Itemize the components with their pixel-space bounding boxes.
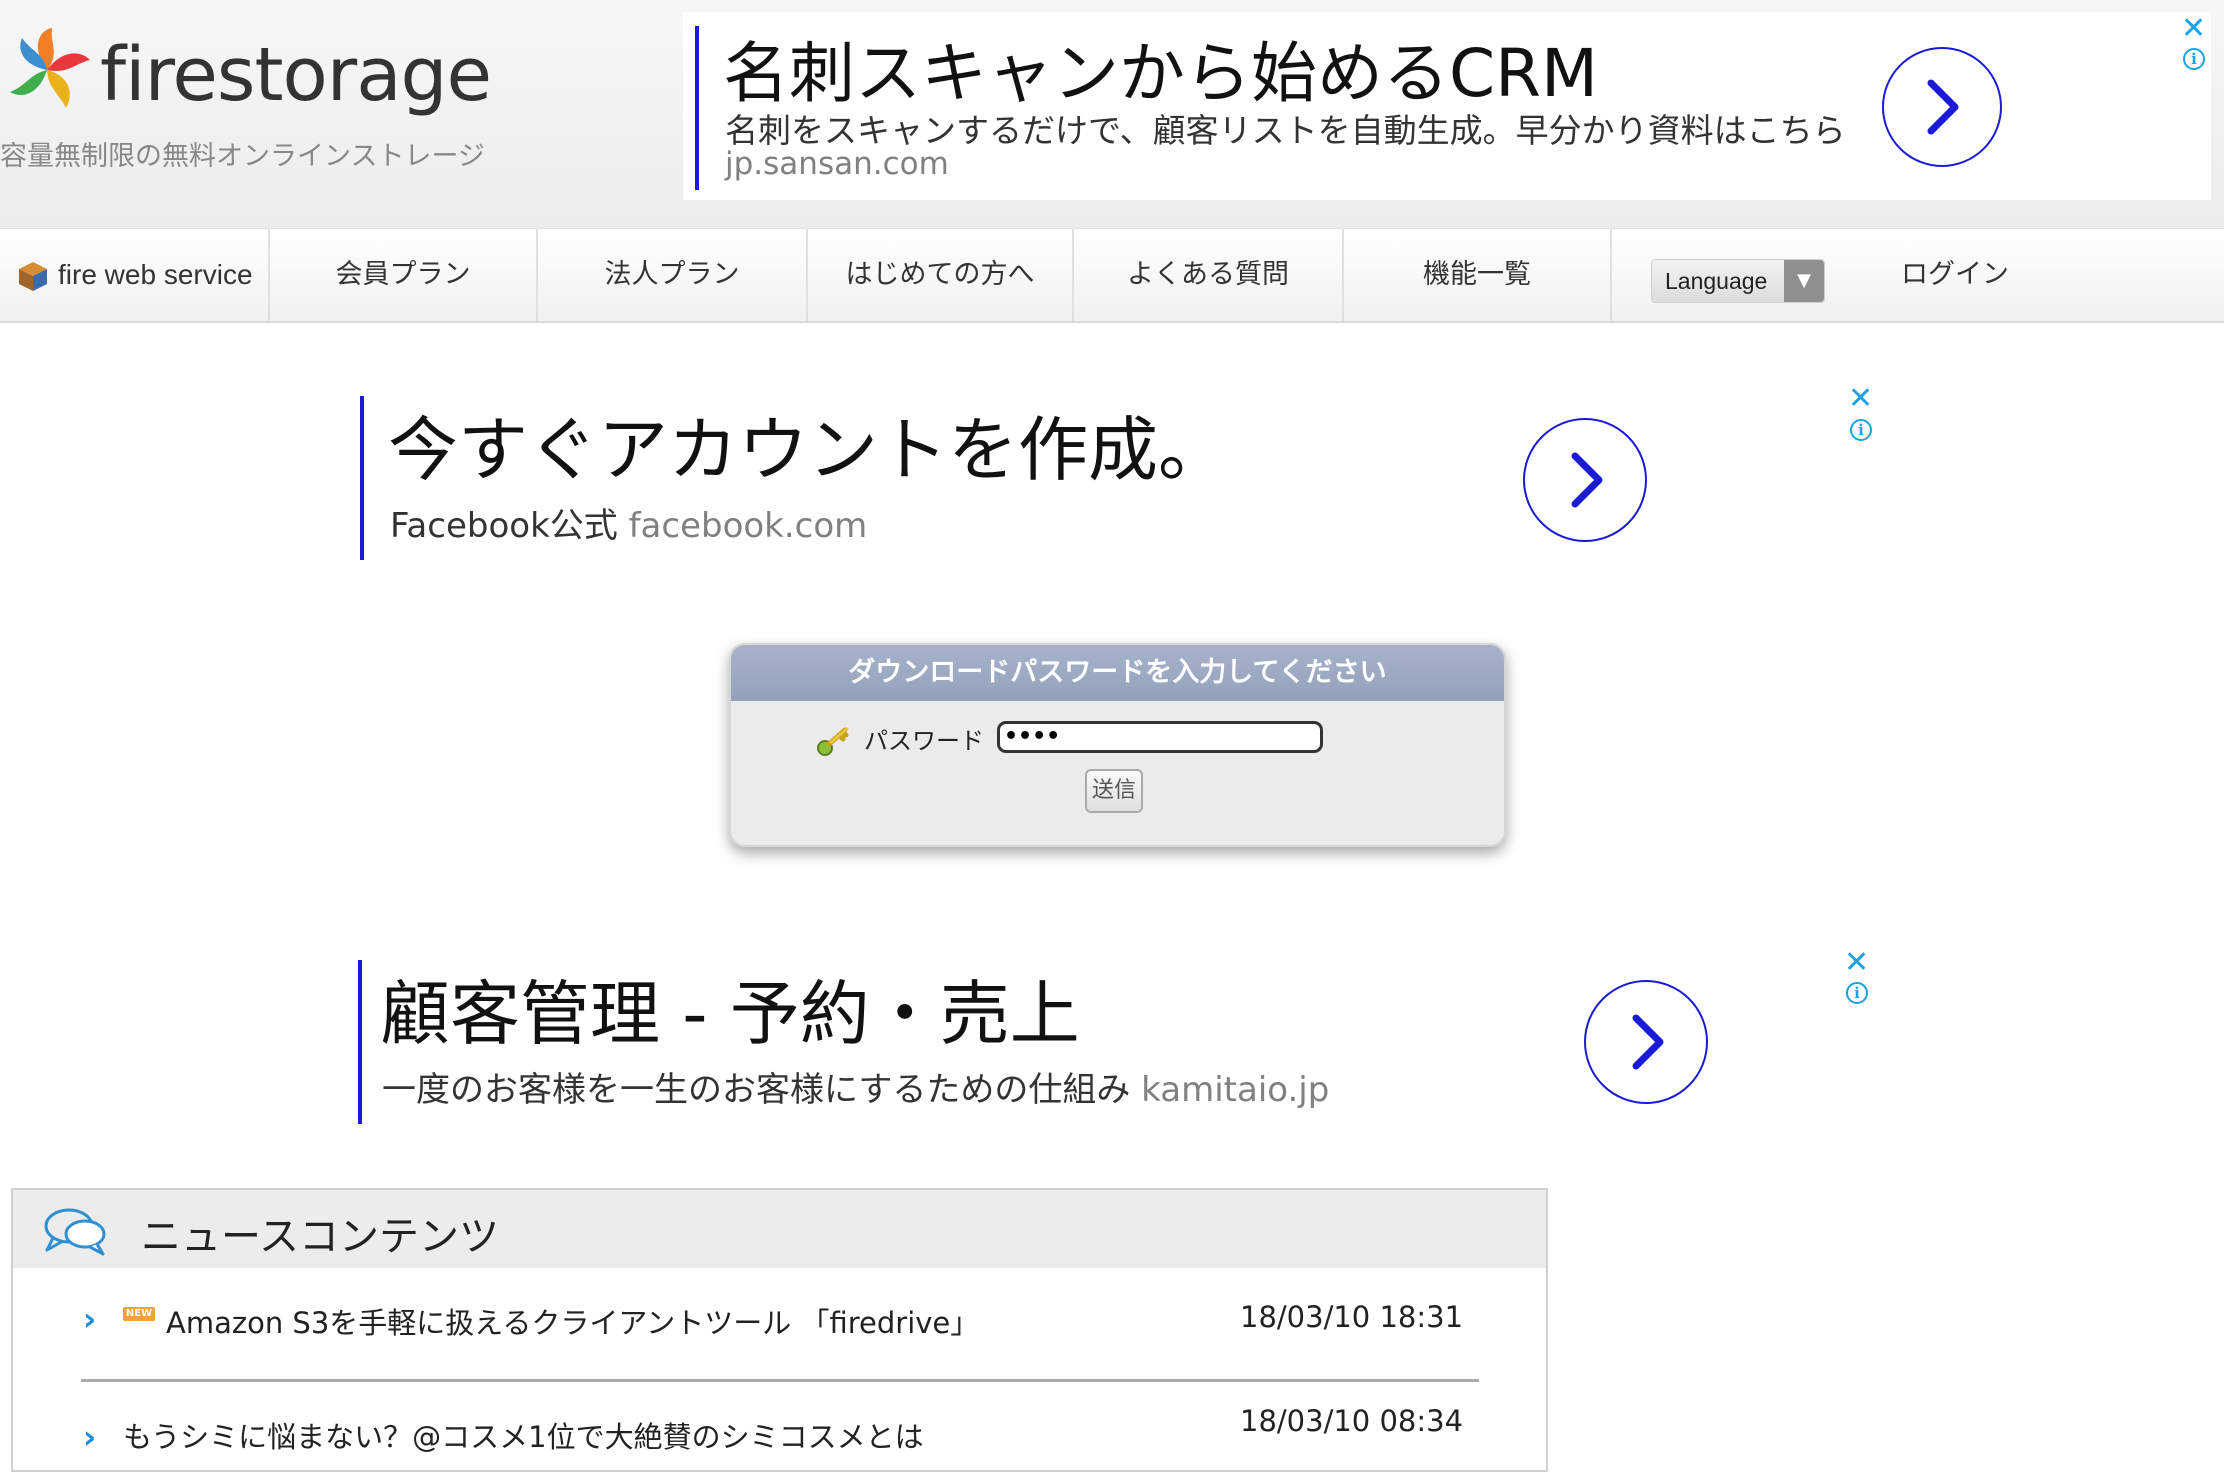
nav-member-plan[interactable]: 会員プラン [270,229,538,321]
language-select[interactable]: Language ▼ [1651,259,1825,303]
ad-title[interactable]: 名刺スキャンから始めるCRM [723,20,1598,116]
language-label: Language [1665,268,1768,294]
ad-close-icon[interactable]: ✕ [1844,948,1869,978]
nav-login[interactable]: ログイン [1870,229,2040,321]
chevron-right-icon [1927,79,1959,135]
new-badge: NEW [123,1307,155,1321]
chevron-right-icon: › [83,1300,97,1338]
news-header: ニュースコンテンツ [13,1190,1546,1268]
adchoices-info-icon[interactable]: i [2183,48,2205,70]
ad-title[interactable]: 顧客管理 - 予約・売上 [380,958,1080,1059]
site-tagline: 容量無制限の無料オンラインストレージ [0,141,485,172]
kamitaio-ad[interactable]: 顧客管理 - 予約・売上 一度のお客様を一生のお客様にするための仕組み kami… [358,948,1880,1128]
ad-description: Facebook公式 facebook.com [390,498,867,547]
news-item-date: 18/03/10 18:31 [1240,1300,1464,1334]
adchoices-info-icon[interactable]: i [1850,419,1872,441]
ad-arrow-button[interactable] [1523,418,1647,542]
submit-button[interactable]: 送信 [1085,769,1143,813]
chevron-down-icon: ▼ [1784,260,1824,302]
adchoices-info-icon[interactable]: i [1846,982,1868,1004]
main-nav: fire web service 会員プラン 法人プラン はじめての方へ よくあ… [0,228,2224,323]
password-panel-heading: ダウンロードパスワードを入力してください [731,645,1504,701]
nav-label: fire web service [58,259,253,290]
key-icon [815,724,853,762]
chevron-right-icon [1632,1014,1664,1070]
ad-accent-bar [360,396,364,560]
news-item-date: 18/03/10 08:34 [1240,1404,1464,1438]
nav-fire-web-service[interactable]: fire web service [0,229,270,321]
ad-url[interactable]: kamitaio.jp [1141,1070,1329,1110]
nav-beginners[interactable]: はじめての方へ [808,229,1074,321]
ad-title[interactable]: 今すぐアカウントを作成。 [388,394,1228,495]
news-divider [81,1379,1479,1382]
firestorage-logo-icon[interactable] [0,26,94,118]
ad-description: 一度のお客様を一生のお客様にするための仕組み kamitaio.jp [382,1062,1329,1111]
news-item-link[interactable]: もうシミに悩まない？@コスメ1位で大絶賛のシミコスメとは [123,1414,924,1456]
chevron-right-icon: › [83,1418,97,1456]
ad-description-text: 一度のお客様を一生のお客様にするための仕組み [382,1070,1131,1110]
ad-accent-bar [358,960,362,1124]
box-icon [19,262,47,291]
password-input[interactable]: •••• [997,721,1323,753]
news-item-link[interactable]: Amazon S3を手軽に扱えるクライアントツール 「firedrive」 [166,1300,979,1342]
ad-arrow-button[interactable] [1584,980,1708,1104]
ad-accent-bar [695,26,699,190]
nav-corporate-plan[interactable]: 法人プラン [538,229,808,321]
news-title: ニュースコンテンツ [141,1214,499,1260]
chevron-right-icon [1571,452,1603,508]
site-logo-text[interactable]: firestorage [100,32,492,118]
chat-bubbles-icon [43,1204,107,1262]
ad-close-icon[interactable]: ✕ [1848,384,1873,414]
ad-close-icon[interactable]: ✕ [2181,14,2206,44]
ad-url[interactable]: facebook.com [629,506,868,546]
top-ad-banner[interactable]: 名刺スキャンから始めるCRM 名刺をスキャンするだけで、顧客リストを自動生成。早… [683,12,2211,200]
ad-advertiser: Facebook公式 [390,506,618,546]
ad-arrow-button[interactable] [1882,47,2002,167]
ad-url[interactable]: jp.sansan.com [725,146,949,182]
facebook-ad[interactable]: 今すぐアカウントを作成。 Facebook公式 facebook.com ✕ i [360,384,1880,564]
news-section: ニュースコンテンツ › NEW Amazon S3を手軽に扱えるクライアントツー… [11,1188,1548,1472]
password-label: パスワード [864,727,984,755]
ad-description: 名刺をスキャンするだけで、顧客リストを自動生成。早分かり資料はこちら [725,111,1846,150]
nav-features[interactable]: 機能一覧 [1344,229,1612,321]
download-password-panel: ダウンロードパスワードを入力してください パスワード •••• 送信 [729,643,1506,847]
nav-faq[interactable]: よくある質問 [1074,229,1344,321]
